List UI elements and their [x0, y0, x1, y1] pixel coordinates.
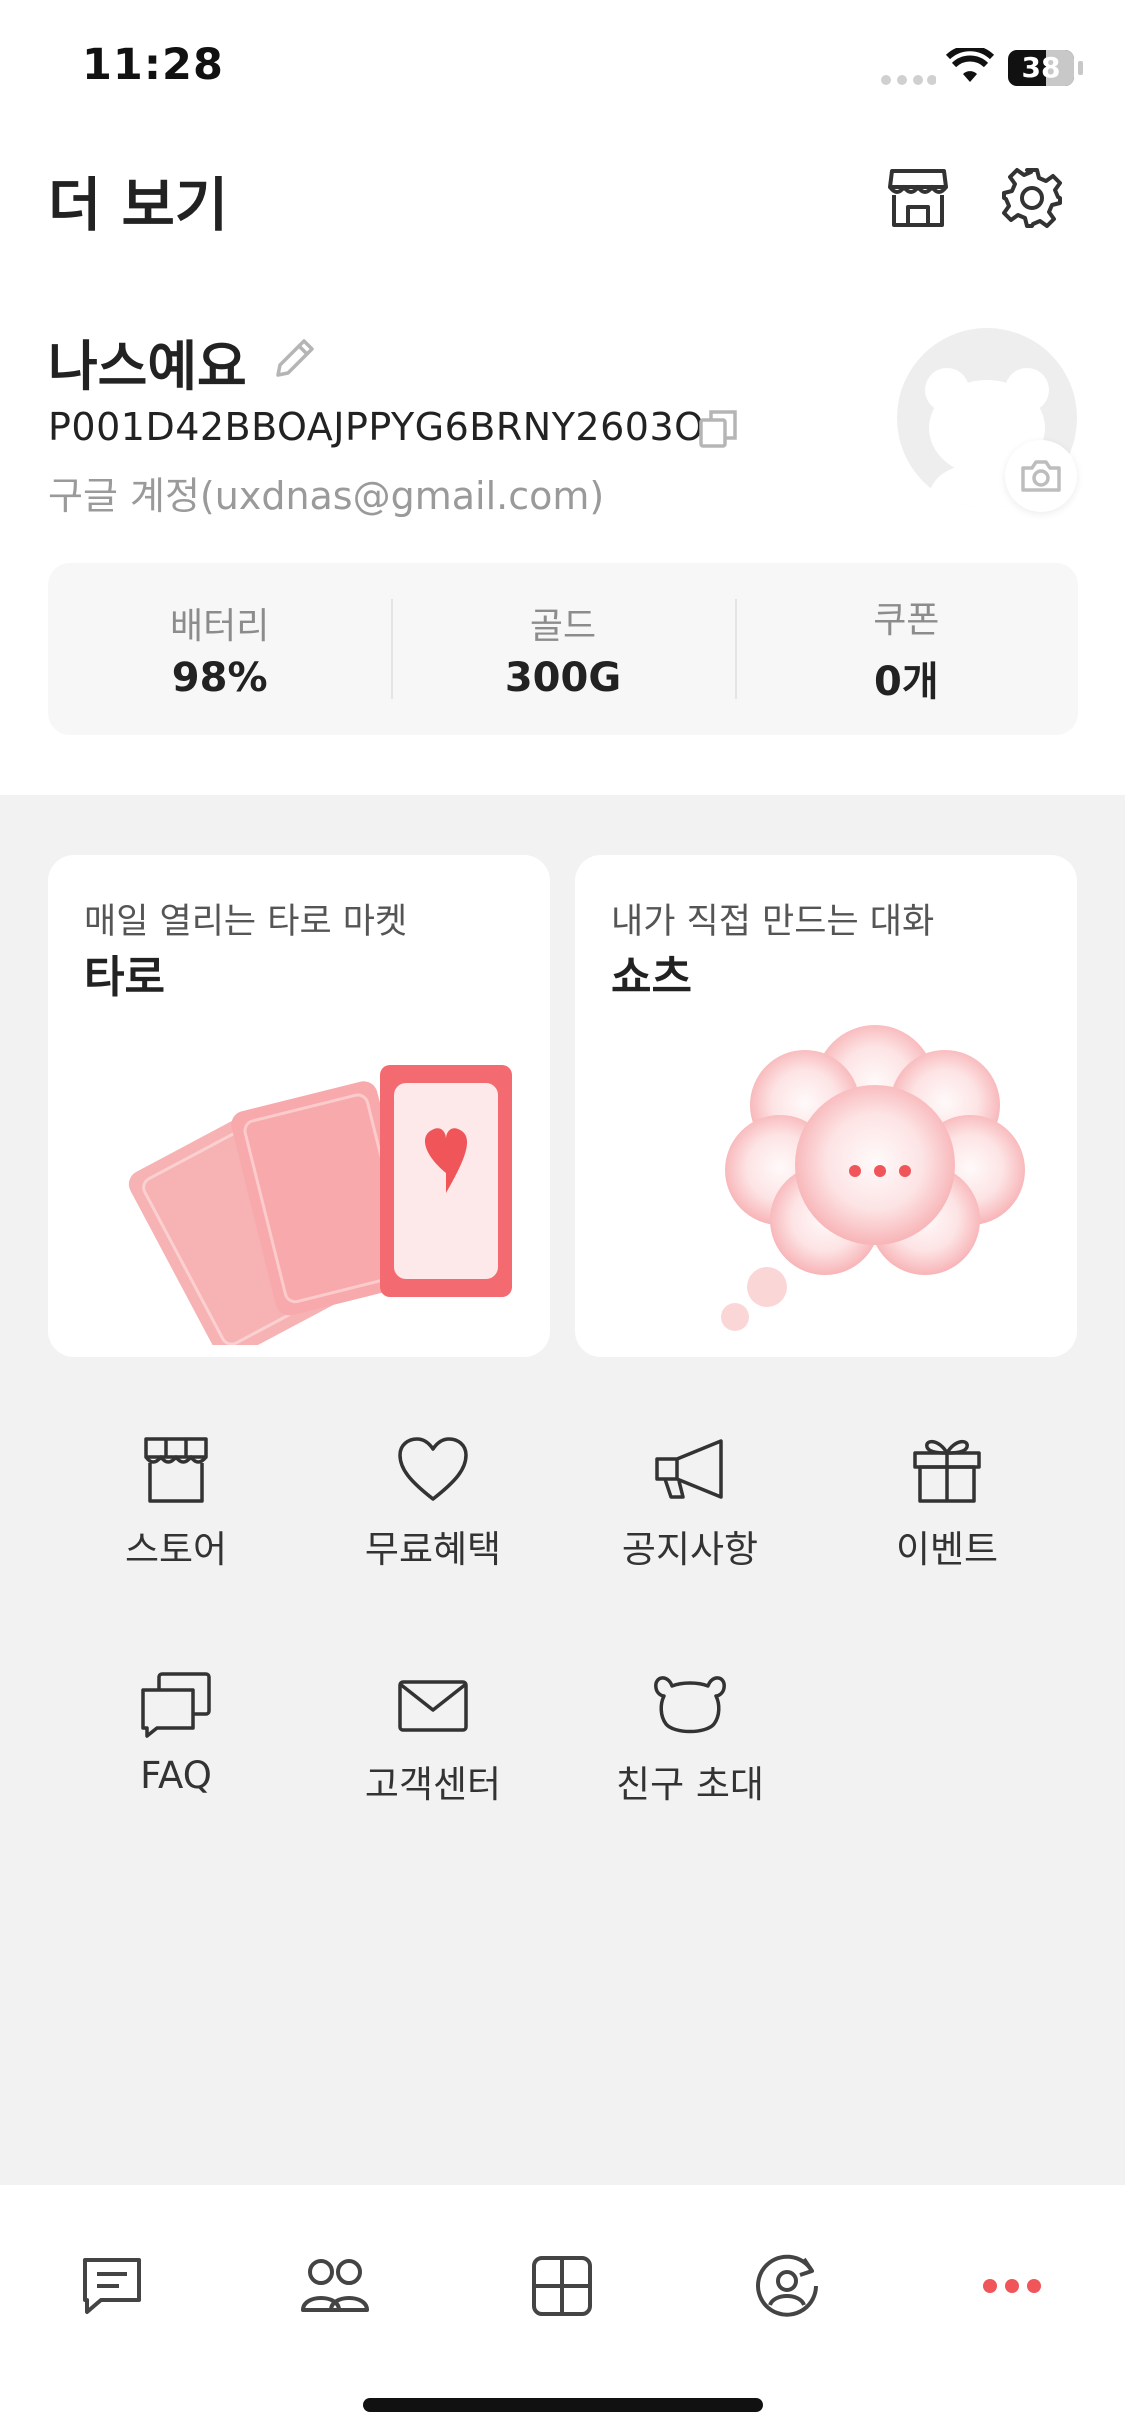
thought-cloud-illustration: [721, 1025, 1025, 1331]
battery-tip: [1078, 61, 1083, 75]
menu-customer-center[interactable]: 고객센터: [313, 1670, 553, 1808]
camera-icon: [1021, 460, 1061, 492]
card-title: 타로: [84, 952, 165, 1003]
copy-id-button[interactable]: [697, 408, 739, 454]
tarot-card[interactable]: 매일 열리는 타로 마켓 타로: [48, 855, 550, 1357]
profile-refresh-icon: [756, 2254, 818, 2317]
menu-label: 무료혜택: [364, 1528, 502, 1571]
mail-icon: [398, 1680, 468, 1732]
stat-gold[interactable]: 골드 300G: [391, 563, 734, 735]
friends-icon: [301, 2259, 369, 2312]
gift-icon: [913, 1439, 981, 1503]
battery-level: 38: [1021, 51, 1061, 84]
grid-icon: [532, 2256, 592, 2316]
tab-friends[interactable]: [295, 2246, 375, 2326]
status-time: 11:28: [82, 40, 224, 90]
wifi-icon: [945, 45, 995, 88]
chat-icon: [83, 2258, 141, 2314]
heart-icon: [398, 1437, 468, 1501]
card-subtitle: 내가 직접 만드는 대화: [611, 902, 935, 942]
stats-panel: 배터리 98% 골드 300G 쿠폰 0개: [48, 563, 1078, 735]
battery-icon: 38: [1008, 50, 1074, 86]
page-title: 더 보기: [48, 171, 229, 239]
pencil-icon: [276, 339, 314, 377]
settings-button[interactable]: [996, 162, 1068, 234]
copy-icon: [699, 410, 737, 448]
change-photo-button[interactable]: [1005, 440, 1077, 512]
shorts-card[interactable]: 내가 직접 만드는 대화 쇼츠: [575, 855, 1077, 1357]
bear-icon: [654, 1676, 726, 1734]
menu-label: 고객센터: [364, 1763, 502, 1806]
cellular-icon: [880, 72, 937, 92]
menu-event[interactable]: 이벤트: [827, 1435, 1067, 1573]
menu-notice[interactable]: 공지사항: [570, 1435, 810, 1573]
tab-grid[interactable]: [522, 2246, 602, 2326]
menu-faq[interactable]: FAQ: [56, 1670, 296, 1797]
card-subtitle: 매일 열리는 타로 마켓: [84, 902, 408, 942]
account-email: 구글 계정(uxdnas@gmail.com): [48, 474, 605, 518]
menu-label: 스토어: [124, 1528, 228, 1571]
card-title: 쇼츠: [611, 952, 692, 1003]
gear-icon: [1002, 168, 1062, 228]
menu-label: FAQ: [140, 1754, 212, 1797]
store-icon: [144, 1437, 208, 1503]
more-icon: [983, 2279, 1041, 2293]
user-id: P001D42BBOAJPPYG6BRNY2603O: [48, 405, 705, 449]
stat-value: 300G: [504, 655, 622, 701]
stat-coupon[interactable]: 쿠폰 0개: [734, 563, 1078, 735]
store-icon: [888, 169, 948, 227]
stat-value: 98%: [171, 655, 268, 701]
menu-label: 친구 초대: [616, 1763, 764, 1806]
menu-label: 이벤트: [895, 1528, 999, 1571]
chat-bubbles-icon: [141, 1672, 211, 1738]
stat-label: 골드: [529, 606, 597, 647]
store-button[interactable]: [882, 162, 954, 234]
home-indicator: [363, 2398, 763, 2412]
menu-invite-friend[interactable]: 친구 초대: [570, 1670, 810, 1808]
megaphone-icon: [655, 1439, 723, 1499]
tab-more[interactable]: [972, 2246, 1052, 2326]
menu-label: 공지사항: [621, 1528, 759, 1571]
stat-battery[interactable]: 배터리 98%: [48, 563, 391, 735]
menu-free-benefits[interactable]: 무료혜택: [313, 1435, 553, 1573]
tab-profile[interactable]: [747, 2246, 827, 2326]
menu-store[interactable]: 스토어: [56, 1435, 296, 1573]
stat-value: 0개: [874, 659, 939, 705]
stat-label: 쿠폰: [873, 600, 940, 641]
tab-chat[interactable]: [72, 2246, 152, 2326]
profile-name: 나스예요: [48, 335, 247, 398]
stat-label: 배터리: [169, 606, 270, 647]
tarot-cards-illustration: [128, 1065, 512, 1345]
edit-name-button[interactable]: [272, 335, 318, 385]
